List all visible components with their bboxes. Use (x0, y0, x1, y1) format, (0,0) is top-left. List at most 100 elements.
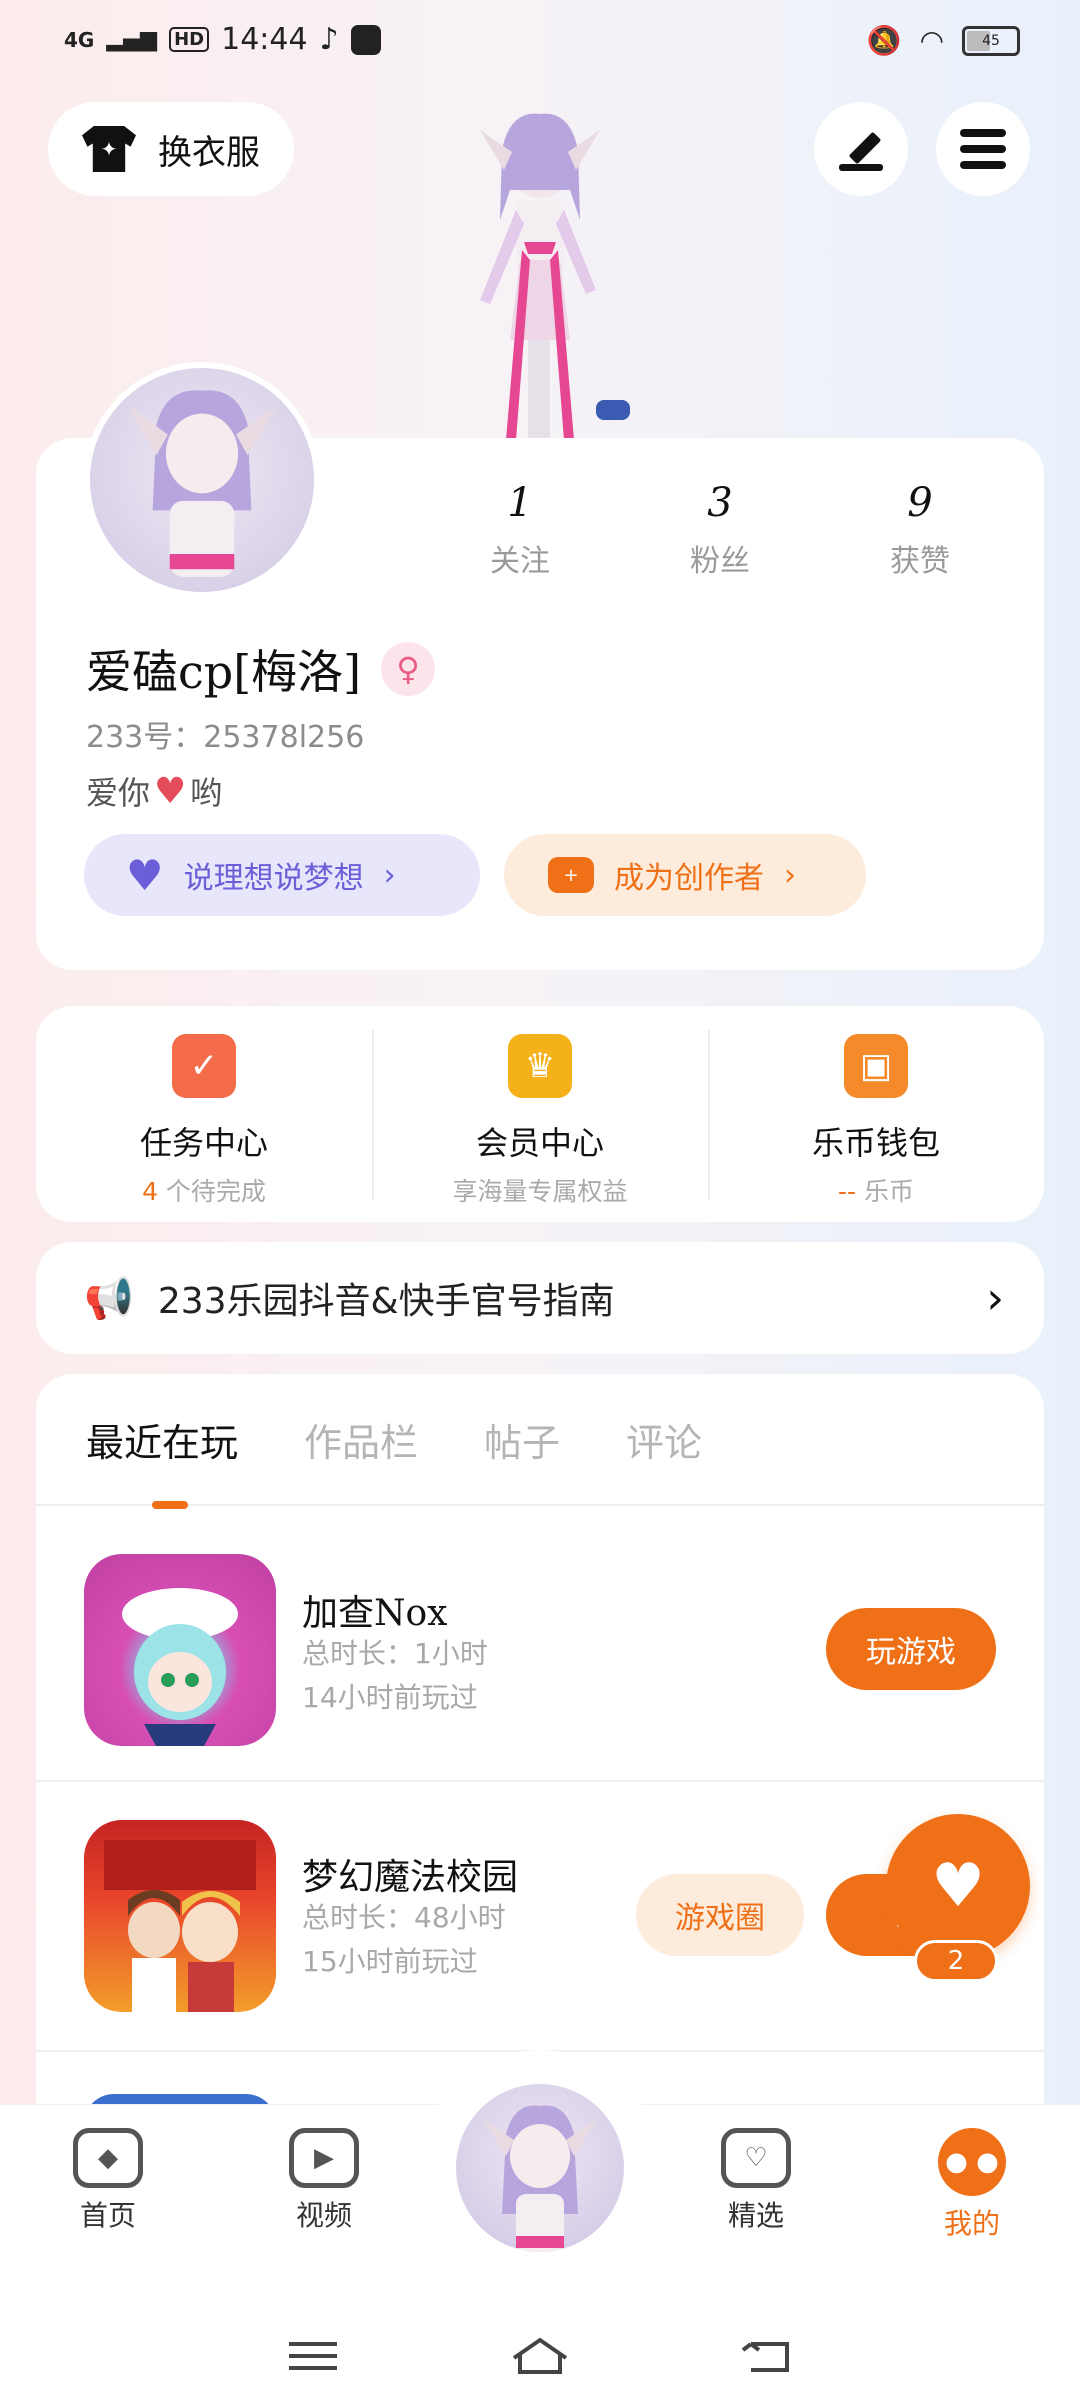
game-last-played: 14小时前玩过 (302, 1681, 478, 1714)
chevron-right-icon: › (383, 857, 396, 893)
menu-button[interactable] (936, 102, 1030, 196)
qa-sub: -- 乐币 (838, 1172, 914, 1208)
stat-following[interactable]: 1 关注 (420, 480, 620, 580)
character-figure[interactable] (420, 100, 660, 440)
stat-label: 粉丝 (690, 544, 750, 579)
battery-icon: 45 (962, 25, 1020, 56)
become-creator-label: 成为创作者 (614, 861, 764, 896)
stat-followers[interactable]: 3 粉丝 (620, 480, 820, 580)
game-name: 加查Nox (302, 1593, 448, 1634)
center-avatar-image (482, 2105, 598, 2252)
qa-title: 会员中心 (475, 1124, 604, 1162)
bio-prefix: 爱你 (86, 774, 151, 812)
chevron-right-icon: › (784, 857, 796, 893)
stat-value: 9 (907, 480, 933, 526)
quick-actions: ✓ 任务中心 4 个待完成 ♛ 会员中心 享海量专属权益 ▣ 乐币钱包 -- 乐… (36, 1006, 1044, 1222)
clock: 14:44 (221, 22, 308, 57)
bio: 爱你 ♥ 哟 (86, 768, 222, 814)
game-info: 总时长：1小时 14小时前玩过 (302, 1632, 488, 1720)
game-info: 总时长：48小时 15小时前玩过 (302, 1896, 506, 1984)
stat-value: 3 (707, 480, 733, 526)
nav-label: 视频 (295, 2199, 352, 2232)
tab-comments[interactable]: 评论 (626, 1412, 702, 1467)
user-id[interactable]: 233号：25378l256 (86, 712, 364, 756)
me-icon: ● ● (938, 2128, 1006, 2196)
game-icon-art (122, 1588, 238, 1746)
status-left: 4G ▂▄▆ HD 14:44 ♪ (64, 22, 381, 57)
shirt-star-icon: ✦ (82, 126, 136, 172)
coin-wallet[interactable]: ▣ 乐币钱包 -- 乐币 (708, 1006, 1044, 1222)
network-indicator: 4G (64, 27, 95, 52)
qa-sub: 享海量专属权益 (452, 1177, 628, 1206)
tab-works[interactable]: 作品栏 (304, 1412, 418, 1467)
status-bar: 4G ▂▄▆ HD 14:44 ♪ 🔕 ◠ 45 (0, 0, 1080, 84)
game-icon[interactable] (84, 1820, 276, 2012)
announcement-text: 233乐园抖音&快手官号指南 (157, 1281, 615, 1322)
qa-title: 乐币钱包 (811, 1124, 940, 1162)
stat-likes[interactable]: 9 获赞 (820, 480, 1020, 580)
game-name: 梦幻魔法校园 (302, 1857, 519, 1898)
become-creator-button[interactable]: + 成为创作者 › (504, 834, 866, 916)
qa-sub-balance: -- (837, 1177, 857, 1206)
stat-label: 获赞 (890, 544, 950, 579)
hamburger-menu-icon (960, 129, 1006, 169)
qa-sub: 4 个待完成 (142, 1172, 266, 1208)
qa-sub-text: 个待完成 (165, 1177, 266, 1206)
back-icon[interactable] (737, 2336, 797, 2376)
calendar-check-icon: ✓ (172, 1034, 236, 1098)
chevron-right-icon: › (986, 1272, 1004, 1324)
game-icon-art (104, 1840, 256, 2012)
task-center[interactable]: ✓ 任务中心 4 个待完成 (36, 1006, 372, 1222)
announcement-bar[interactable]: 📢 233乐园抖音&快手官号指南 › (36, 1242, 1044, 1354)
bio-suffix: 哟 (190, 774, 223, 812)
dream-button[interactable]: ♥ 说理想说梦想 › (84, 834, 480, 916)
content-tabs: 最近在玩 作品栏 帖子 评论 (36, 1374, 1044, 1509)
game-icon[interactable] (84, 1554, 276, 1746)
female-icon: ♀ (381, 642, 436, 696)
recents-icon[interactable] (283, 2336, 343, 2376)
nav-home[interactable]: ◆ 首页 (48, 2128, 168, 2234)
tiktok-icon: ♪ (319, 22, 339, 57)
edit-profile-button[interactable] (814, 102, 908, 196)
game-duration: 总时长：1小时 (302, 1637, 488, 1670)
game-circle-button[interactable]: 游戏圈 (636, 1874, 804, 1956)
qa-title: 任务中心 (139, 1124, 268, 1162)
change-outfit-button[interactable]: ✦ 换衣服 (48, 102, 294, 196)
nav-me[interactable]: ● ● 我的 (912, 2128, 1032, 2242)
heart-badge-icon: ♡ (721, 2128, 791, 2188)
like-count-badge: 2 (914, 1940, 998, 1982)
qa-sub-text: 乐币 (863, 1177, 914, 1206)
play-game-button[interactable]: 玩游戏 (826, 1608, 996, 1690)
username: 爱磕cp[梅洛] (86, 645, 362, 699)
stat-label: 关注 (490, 544, 550, 579)
dream-button-label: 说理想说梦想 (183, 861, 364, 896)
home-icon[interactable] (510, 2336, 570, 2376)
nav-video[interactable]: ▶ 视频 (264, 2128, 384, 2234)
qa-sub-count: 4 (142, 1177, 158, 1206)
tab-recent-play[interactable]: 最近在玩 (86, 1412, 238, 1509)
nav-label: 首页 (79, 2199, 136, 2232)
like-floating-button[interactable]: ♥ (886, 1814, 1030, 1958)
gamepad-icon: ◆ (73, 2128, 143, 2188)
gamepad-plus-icon: + (548, 857, 594, 893)
avatar-image (127, 390, 277, 577)
avatar[interactable] (84, 362, 320, 598)
wallet-icon: ▣ (844, 1034, 908, 1098)
nav-featured[interactable]: ♡ 精选 (696, 2128, 816, 2234)
center-avatar-button[interactable] (456, 2084, 624, 2252)
username-row: 爱磕cp[梅洛] ♀ (86, 636, 436, 702)
member-center[interactable]: ♛ 会员中心 享海量专属权益 (372, 1006, 708, 1222)
tab-posts[interactable]: 帖子 (484, 1412, 560, 1467)
crown-icon: ♛ (508, 1034, 572, 1098)
heart-icon: ♥ (154, 770, 187, 812)
heart-icon: ♥ (931, 1851, 985, 1921)
hd-badge: HD (169, 27, 210, 52)
nav-label: 我的 (943, 2207, 1000, 2240)
play-icon: ▶ (289, 2128, 359, 2188)
game-last-played: 15小时前玩过 (302, 1945, 478, 1978)
heart-pair-icon: ♥ (126, 850, 164, 900)
battery-level: 45 (982, 32, 1000, 49)
nav-label: 精选 (727, 2199, 784, 2232)
signal-icon: ▂▄▆ (106, 27, 158, 52)
pen-icon (839, 127, 883, 171)
